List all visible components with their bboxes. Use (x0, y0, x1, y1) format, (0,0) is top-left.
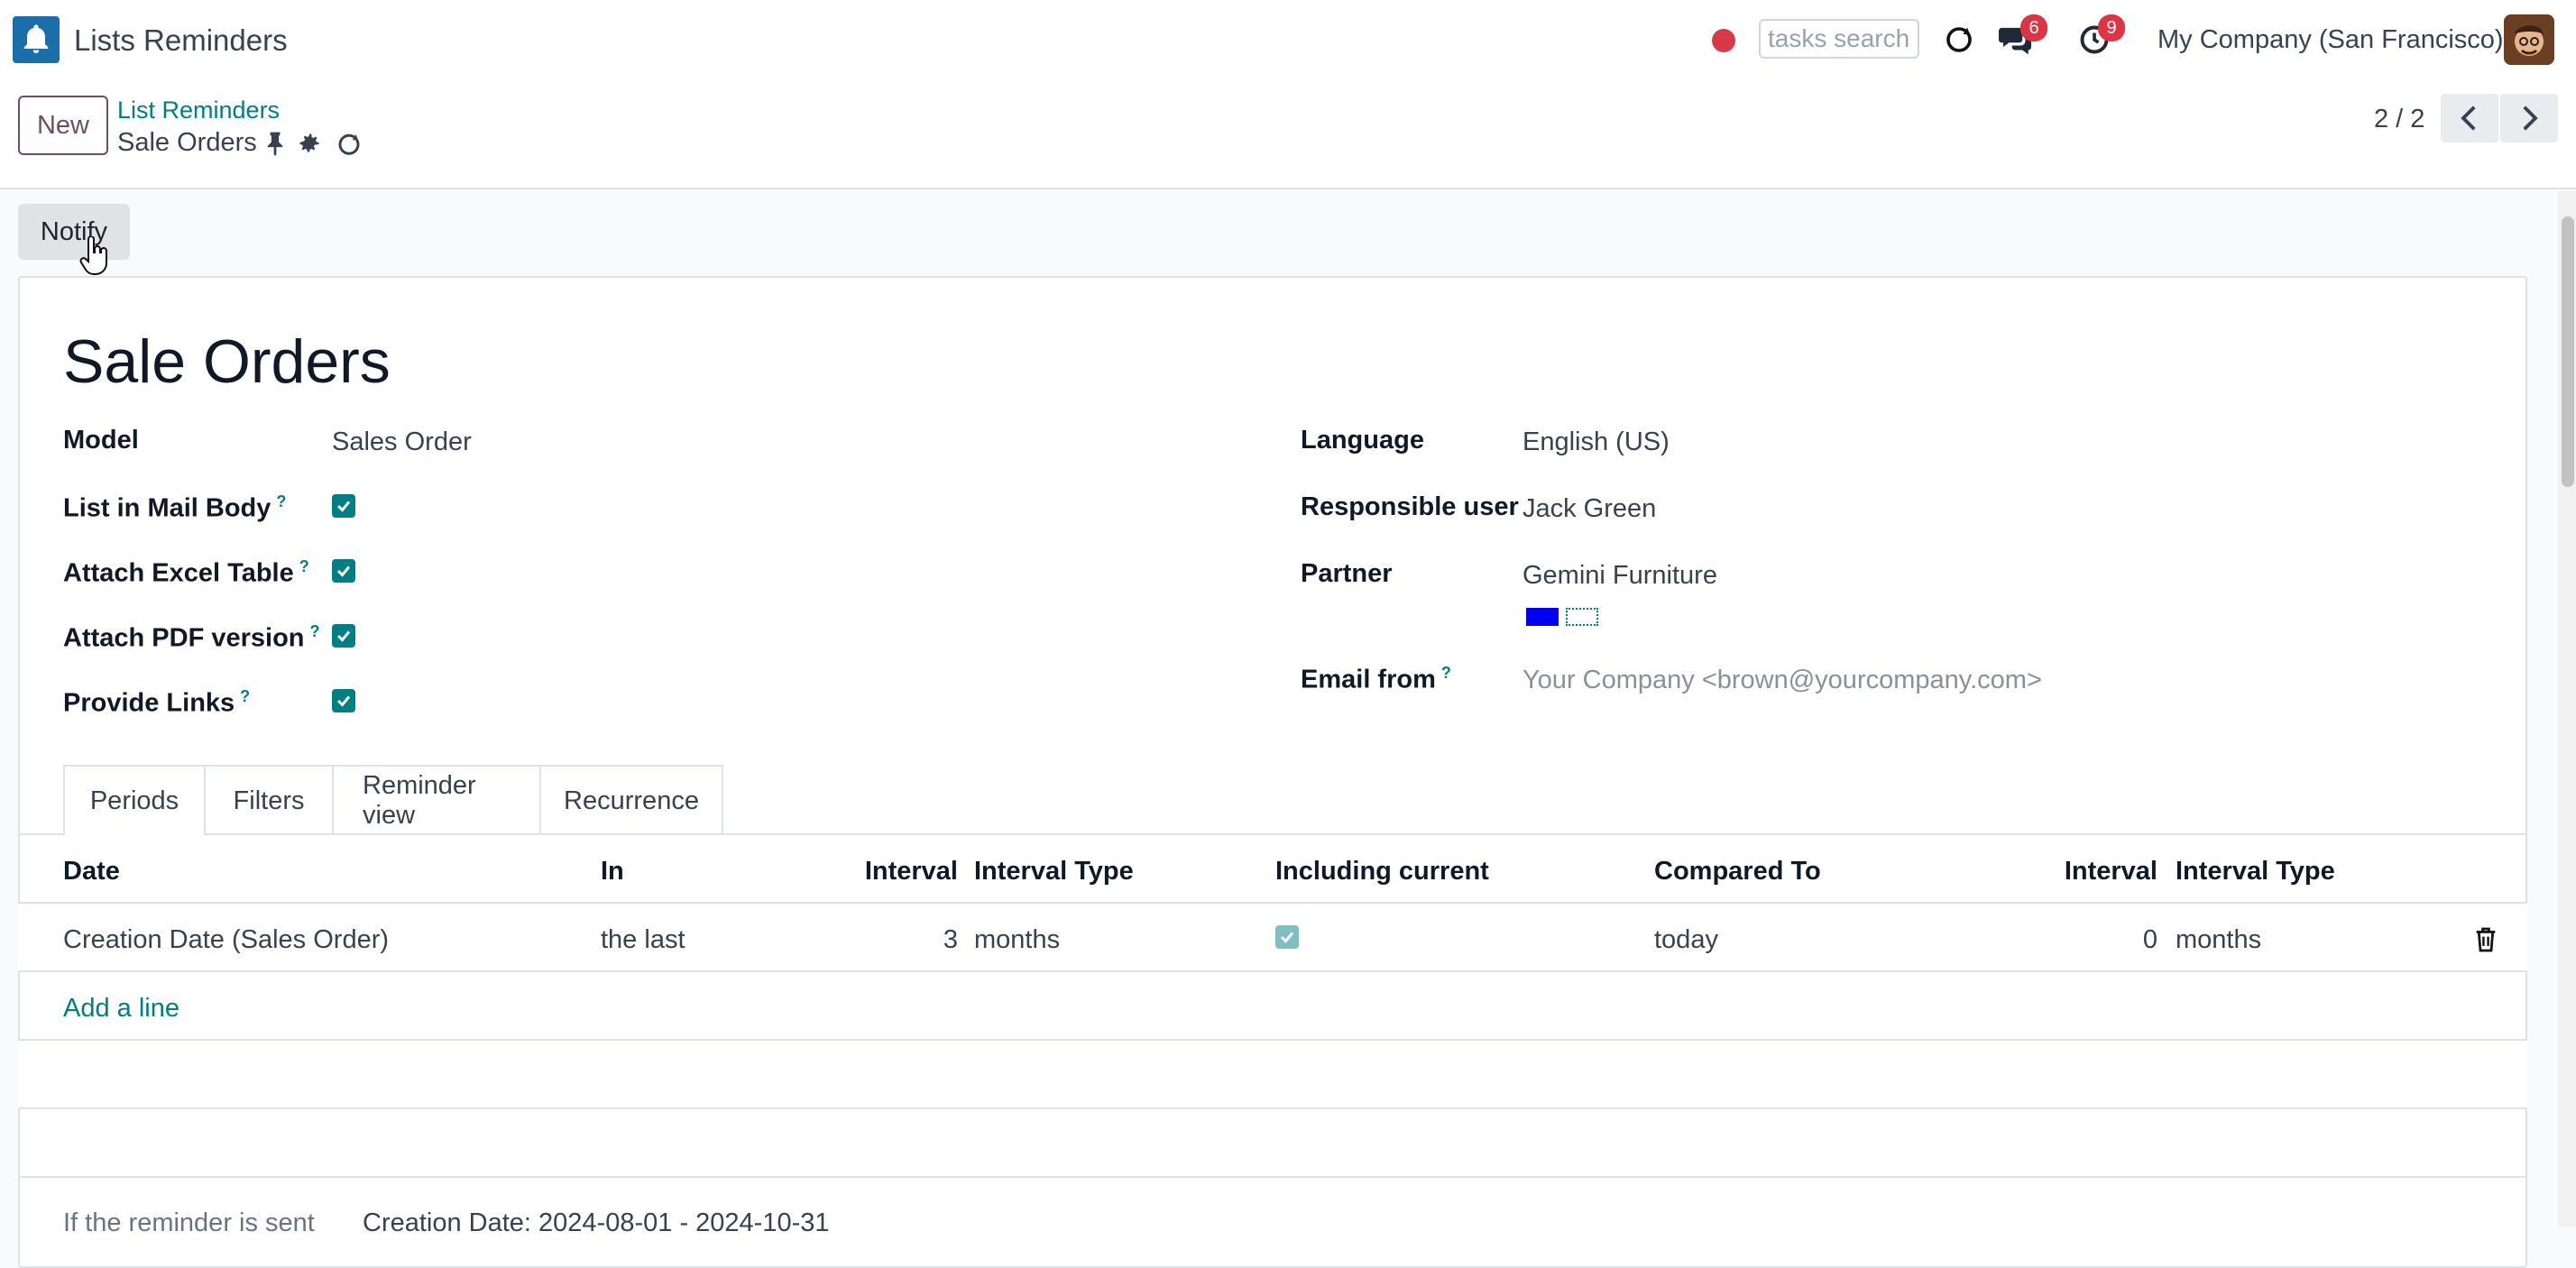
reminder-sent-value: Creation Date: 2024-08-01 - 2024-10-31 (363, 1208, 830, 1237)
model-value[interactable]: Sales Order (332, 427, 472, 457)
checkmark-icon (1280, 932, 1294, 943)
column-header-including-current[interactable]: Including current (1275, 857, 1489, 887)
avatar[interactable] (2504, 14, 2554, 65)
record-title[interactable]: Sale Orders (63, 326, 391, 397)
recording-indicator[interactable] (1712, 29, 1735, 52)
scrollbar-thumb[interactable] (2562, 216, 2574, 487)
list-in-mail-body-label: List in Mail Body? (63, 492, 287, 523)
company-switcher[interactable]: My Company (San Francisco) (2157, 25, 2504, 55)
add-a-line-link[interactable]: Add a line (63, 994, 179, 1024)
chevron-right-icon (2523, 106, 2538, 131)
column-header-interval-2[interactable]: Interval (1966, 857, 2157, 887)
partner-value[interactable]: Gemini Furniture (1523, 561, 1717, 591)
help-tooltip-icon[interactable]: ? (276, 492, 286, 510)
column-header-interval-type[interactable]: Interval Type (974, 857, 1134, 887)
email-from-value[interactable]: Your Company <brown@yourcompany.com> (1523, 666, 2042, 695)
gear-icon[interactable] (294, 128, 325, 159)
reminder-sent-label: If the reminder is sent (63, 1208, 315, 1237)
help-tooltip-icon[interactable]: ? (299, 557, 309, 575)
column-header-compared-to[interactable]: Compared To (1654, 857, 1821, 887)
responsible-user-label: Responsible user (1301, 492, 1519, 521)
tabs-divider (18, 833, 2527, 835)
responsible-user-value[interactable]: Jack Green (1523, 494, 1656, 524)
tab-periods[interactable]: Periods (63, 765, 206, 835)
language-value[interactable]: English (US) (1523, 427, 1670, 457)
checkmark-icon (336, 630, 351, 642)
list-in-mail-body-checkbox[interactable] (332, 494, 355, 518)
refresh-icon[interactable] (1941, 22, 1977, 58)
attach-pdf-version-label: Attach PDF version? (63, 622, 320, 653)
tab-filters[interactable]: Filters (204, 765, 334, 835)
provide-links-checkbox[interactable] (332, 689, 355, 712)
pager-previous-button[interactable] (2441, 94, 2498, 142)
notify-button[interactable]: Notify (18, 204, 130, 260)
new-button[interactable]: New (18, 96, 108, 155)
trash-icon[interactable] (2471, 923, 2500, 956)
checkmark-icon (336, 565, 351, 577)
provide-links-label: Provide Links? (63, 687, 251, 718)
row-divider (18, 1176, 2527, 1178)
empty-row (18, 1041, 2527, 1107)
messages-badge: 6 (2020, 14, 2047, 41)
partner-color-tag[interactable] (1526, 608, 1559, 626)
help-tooltip-icon[interactable]: ? (1441, 664, 1451, 682)
app-title[interactable]: Lists Reminders (74, 23, 288, 58)
attach-pdf-version-checkbox[interactable] (332, 624, 355, 648)
partner-empty-tag[interactable] (1566, 608, 1598, 626)
chevron-left-icon (2461, 106, 2476, 131)
row-interval-type-2[interactable]: months (2176, 925, 2261, 955)
activities-badge: 9 (2098, 14, 2125, 41)
bell-icon[interactable] (13, 16, 60, 63)
attach-excel-table-checkbox[interactable] (332, 559, 355, 583)
column-header-date[interactable]: Date (63, 857, 120, 887)
row-interval[interactable]: 3 (812, 925, 958, 955)
notebook-tabs: Periods Filters Reminder view Recurrence (63, 765, 723, 835)
pager-next-button[interactable] (2500, 94, 2558, 142)
language-label: Language (1301, 426, 1424, 455)
column-header-in[interactable]: In (601, 857, 624, 887)
row-divider (18, 970, 2527, 972)
hand-cursor-icon (79, 234, 110, 280)
attach-excel-table-label: Attach Excel Table? (63, 557, 309, 588)
column-header-interval[interactable]: Interval (812, 857, 958, 887)
refresh-record-icon[interactable] (334, 128, 364, 159)
checkmark-icon (336, 501, 351, 512)
pin-icon[interactable] (262, 128, 289, 159)
tab-recurrence[interactable]: Recurrence (539, 765, 723, 835)
row-date[interactable]: Creation Date (Sales Order) (63, 925, 389, 955)
row-including-current-checkbox[interactable] (1275, 925, 1299, 949)
row-compared-to[interactable]: today (1654, 925, 1718, 955)
column-header-interval-type-2[interactable]: Interval Type (2176, 857, 2335, 887)
tab-reminder-view[interactable]: Reminder view (332, 765, 541, 835)
row-in[interactable]: the last (601, 925, 685, 955)
breadcrumb-current: Sale Orders (117, 128, 257, 157)
help-tooltip-icon[interactable]: ? (310, 622, 320, 640)
email-from-label: Email from? (1301, 664, 1451, 694)
row-interval-type[interactable]: months (974, 925, 1060, 955)
checkmark-icon (336, 695, 351, 707)
pager-value[interactable]: 2 / 2 (2374, 105, 2424, 134)
active-tab-gap (65, 832, 204, 837)
control-panel (0, 81, 2576, 189)
breadcrumb-parent-link[interactable]: List Reminders (117, 96, 280, 124)
row-divider (18, 1107, 2527, 1109)
tasks-search-input[interactable] (1759, 19, 1919, 59)
row-interval-2[interactable]: 0 (1966, 925, 2157, 955)
help-tooltip-icon[interactable]: ? (240, 687, 250, 705)
partner-label: Partner (1301, 559, 1393, 588)
model-label: Model (63, 426, 139, 455)
